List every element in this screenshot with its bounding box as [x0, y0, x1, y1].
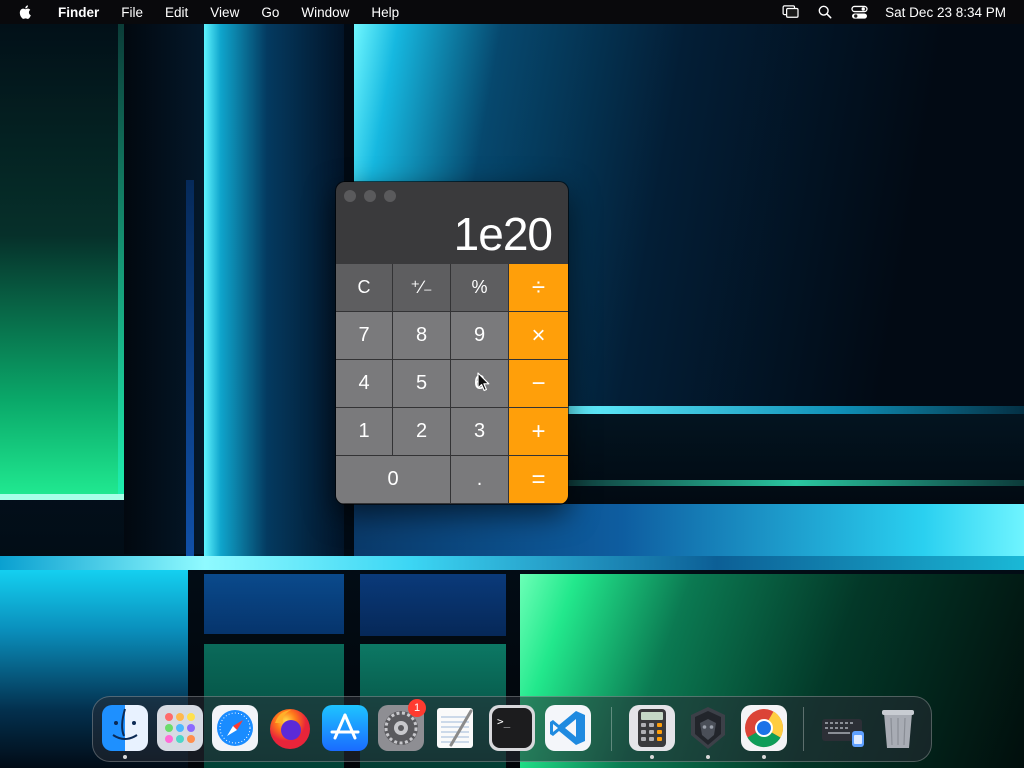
screen-mirroring-icon[interactable]: [781, 4, 801, 20]
zoom-button[interactable]: [384, 190, 396, 202]
dock-app-store-icon[interactable]: [322, 705, 368, 751]
apple-logo-icon[interactable]: [18, 3, 36, 21]
key-7-button[interactable]: 7: [336, 312, 393, 360]
menu-view[interactable]: View: [210, 5, 239, 20]
calculator-window: 1e20 C⁺∕₋%÷789×456−123+0.=: [336, 182, 568, 504]
search-icon[interactable]: [815, 4, 835, 20]
mouse-pointer-icon: [477, 372, 491, 392]
menu-bar-clock[interactable]: Sat Dec 23 8:34 PM: [885, 5, 1006, 20]
running-indicator: [123, 755, 127, 759]
key-3-button[interactable]: 3: [451, 408, 509, 456]
dock-firefox-icon[interactable]: [267, 705, 313, 751]
key-clear-button[interactable]: C: [336, 264, 393, 312]
calculator-keypad: C⁺∕₋%÷789×456−123+0.=: [336, 264, 568, 504]
control-center-icon[interactable]: [849, 4, 869, 20]
calculator-display: 1e20: [453, 208, 553, 260]
dock-separator: [611, 707, 612, 751]
dock-separator: [803, 707, 804, 751]
dock-safari-icon[interactable]: [212, 705, 258, 751]
dock: 1 >_: [92, 696, 932, 762]
notification-badge: 1: [408, 699, 426, 717]
dock-finder-icon[interactable]: [102, 705, 148, 751]
dock-terminal-icon[interactable]: >_: [489, 705, 535, 751]
key-add-button[interactable]: +: [509, 408, 568, 456]
menu-file[interactable]: File: [121, 5, 143, 20]
running-indicator: [650, 755, 654, 759]
menu-finder[interactable]: Finder: [58, 5, 99, 20]
key-subtract-button[interactable]: −: [509, 360, 568, 408]
menu-help[interactable]: Help: [371, 5, 399, 20]
key-9-button[interactable]: 9: [451, 312, 509, 360]
dock-textedit-icon[interactable]: [433, 705, 479, 751]
dock-trash-icon[interactable]: [875, 705, 921, 751]
key-divide-button[interactable]: ÷: [509, 264, 568, 312]
key-5-button[interactable]: 5: [393, 360, 451, 408]
dock-system-settings-icon[interactable]: 1: [378, 699, 426, 751]
key-equals-button[interactable]: =: [509, 456, 568, 504]
menu-bar: Finder File Edit View Go Window Help Sat…: [0, 0, 1024, 24]
key-2-button[interactable]: 2: [393, 408, 451, 456]
dock-launchpad-icon[interactable]: [157, 705, 203, 751]
svg-text:>_: >_: [497, 715, 511, 728]
dock-downloads-stack-icon[interactable]: [820, 705, 866, 751]
menu-go[interactable]: Go: [261, 5, 279, 20]
key-multiply-button[interactable]: ×: [509, 312, 568, 360]
dock-calculator-icon[interactable]: [629, 705, 675, 751]
key-decimal-button[interactable]: .: [451, 456, 509, 504]
key-percent-button[interactable]: %: [451, 264, 509, 312]
dock-vscode-icon[interactable]: [545, 705, 591, 751]
minimize-button[interactable]: [364, 190, 376, 202]
running-indicator: [762, 755, 766, 759]
key-1-button[interactable]: 1: [336, 408, 393, 456]
key-plus-minus-button[interactable]: ⁺∕₋: [393, 264, 451, 312]
running-indicator: [706, 755, 710, 759]
dock-chrome-icon[interactable]: [741, 705, 787, 751]
dock-privacy-app-icon[interactable]: [685, 705, 731, 751]
key-4-button[interactable]: 4: [336, 360, 393, 408]
key-0-button[interactable]: 0: [336, 456, 451, 504]
menu-edit[interactable]: Edit: [165, 5, 188, 20]
close-button[interactable]: [344, 190, 356, 202]
key-8-button[interactable]: 8: [393, 312, 451, 360]
menu-window[interactable]: Window: [301, 5, 349, 20]
